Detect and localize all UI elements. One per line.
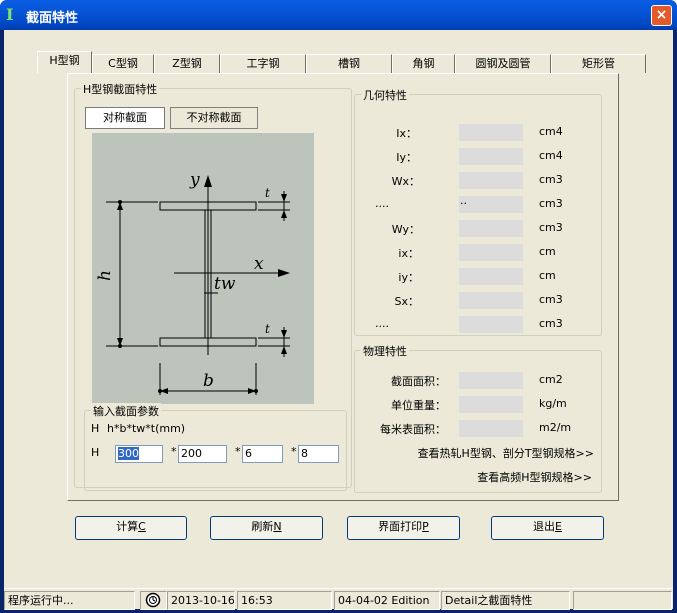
tab-z-steel[interactable]: Z型钢 bbox=[154, 54, 220, 73]
surface-label: 每米表面积： bbox=[380, 423, 446, 436]
tab-channel[interactable]: 槽钢 bbox=[306, 54, 392, 73]
weight-unit: kg/m bbox=[539, 397, 567, 410]
dots-label-2: .... bbox=[375, 317, 389, 330]
wy-label: Wy： bbox=[391, 223, 420, 236]
app-icon: I bbox=[6, 5, 14, 24]
wx-unit: cm3 bbox=[539, 173, 563, 186]
ix-value bbox=[459, 124, 523, 141]
h-section-drawing: y x t t tw b h bbox=[95, 170, 290, 395]
weight-value bbox=[459, 396, 523, 413]
tab-rect-tube[interactable]: 矩形管 bbox=[551, 54, 646, 73]
width-label: b bbox=[203, 371, 214, 391]
iy-value bbox=[459, 148, 523, 165]
status-module: Detail之截面特性 bbox=[441, 591, 570, 610]
app-window: I 截面特性 × H型钢 C型钢 Z型钢 工字钢 槽钢 角钢 圆钢及圆管 矩形管… bbox=[0, 0, 677, 613]
flange-thickness-label-bottom: t bbox=[265, 322, 270, 336]
exit-button[interactable]: 退出E bbox=[491, 516, 604, 540]
status-time: 16:53 bbox=[237, 591, 332, 610]
area-label: 截面面积： bbox=[391, 375, 446, 388]
dots-label: .... bbox=[375, 197, 389, 210]
status-empty bbox=[573, 591, 672, 610]
wx-label: Wx： bbox=[391, 175, 420, 188]
formula-text: h*b*tw*t(mm) bbox=[107, 422, 186, 435]
physical-group-title: 物理特性 bbox=[361, 343, 409, 359]
sx-label: Sx： bbox=[394, 295, 420, 308]
area-value bbox=[459, 372, 523, 389]
t-input[interactable]: 8 bbox=[298, 445, 339, 463]
flange-thickness-label-top: t bbox=[265, 186, 270, 200]
sx-unit: cm3 bbox=[539, 293, 563, 306]
hot-rolled-spec-link[interactable]: 查看热轧H型钢、剖分T型钢规格>> bbox=[394, 445, 594, 461]
asymmetric-section-button[interactable]: 不对称截面 bbox=[170, 107, 258, 129]
window-title: 截面特性 bbox=[26, 11, 79, 26]
radius-x-label: ix： bbox=[398, 247, 419, 260]
height-label: h bbox=[95, 270, 115, 281]
status-running: 程序运行中... bbox=[4, 591, 135, 610]
wx-value bbox=[459, 172, 523, 189]
surface-value bbox=[459, 420, 523, 437]
wy-value bbox=[459, 220, 523, 237]
sx-value bbox=[459, 292, 523, 309]
print-button[interactable]: 界面打印P bbox=[347, 516, 460, 540]
close-button[interactable]: × bbox=[651, 5, 672, 26]
radius-x-unit: cm bbox=[539, 245, 556, 258]
tab-round-tube[interactable]: 圆钢及圆管 bbox=[455, 54, 551, 73]
wy-unit: cm3 bbox=[539, 221, 563, 234]
tab-c-steel[interactable]: C型钢 bbox=[92, 54, 154, 73]
x-axis-label: x bbox=[254, 254, 264, 274]
title-bar[interactable]: I 截面特性 × bbox=[0, 0, 677, 30]
iy-unit: cm4 bbox=[539, 149, 563, 162]
times-symbol: * bbox=[171, 445, 177, 458]
clock-icon bbox=[140, 591, 167, 610]
dots-value: .. bbox=[459, 195, 523, 213]
y-axis-label: y bbox=[189, 170, 200, 190]
dots-value-2 bbox=[459, 316, 523, 333]
calculate-button[interactable]: 计算C bbox=[75, 516, 187, 540]
radius-x-value bbox=[459, 244, 523, 261]
status-bar: 程序运行中... 2013-10-16 16:53 04-04-02 Editi… bbox=[4, 588, 673, 610]
surface-unit: m2/m bbox=[539, 421, 572, 434]
area-unit: cm2 bbox=[539, 373, 563, 386]
radius-y-value bbox=[459, 268, 523, 285]
dots-unit: cm3 bbox=[539, 197, 563, 210]
web-thickness-label: tw bbox=[214, 274, 236, 294]
row-label: H bbox=[91, 446, 100, 459]
status-edition: 04-04-02 Edition bbox=[334, 591, 440, 610]
ix-unit: cm4 bbox=[539, 125, 563, 138]
radius-y-label: iy： bbox=[398, 271, 419, 284]
geometry-group-title: 几何特性 bbox=[361, 87, 409, 103]
status-date: 2013-10-16 bbox=[167, 591, 235, 610]
h-section-diagram: y x t t tw b h bbox=[92, 133, 314, 404]
iy-label: Iy： bbox=[396, 151, 417, 164]
ix-label: Ix： bbox=[396, 127, 417, 140]
symmetric-section-button[interactable]: 对称截面 bbox=[85, 107, 165, 129]
weight-label: 单位重量： bbox=[391, 399, 446, 412]
tab-angle[interactable]: 角钢 bbox=[392, 54, 455, 73]
section-group-title: H型钢截面特性 bbox=[81, 81, 160, 97]
times-symbol: * bbox=[235, 445, 241, 458]
h-input[interactable]: 300 bbox=[115, 445, 163, 463]
input-group-title: 输入截面参数 bbox=[91, 403, 161, 419]
dialog-body: H型钢 C型钢 Z型钢 工字钢 槽钢 角钢 圆钢及圆管 矩形管 H型钢截面特性 … bbox=[4, 30, 673, 610]
times-symbol: * bbox=[291, 445, 297, 458]
b-input[interactable]: 200 bbox=[178, 445, 227, 463]
tab-i-beam[interactable]: 工字钢 bbox=[220, 54, 306, 73]
tw-input[interactable]: 6 bbox=[242, 445, 283, 463]
tab-h-steel[interactable]: H型钢 bbox=[37, 51, 92, 73]
formula-prefix: H bbox=[91, 422, 100, 435]
dots-unit-2: cm3 bbox=[539, 317, 563, 330]
refresh-button[interactable]: 刷新N bbox=[210, 516, 323, 540]
radius-y-unit: cm bbox=[539, 269, 556, 282]
high-freq-spec-link[interactable]: 查看高频H型钢规格>> bbox=[434, 469, 592, 485]
